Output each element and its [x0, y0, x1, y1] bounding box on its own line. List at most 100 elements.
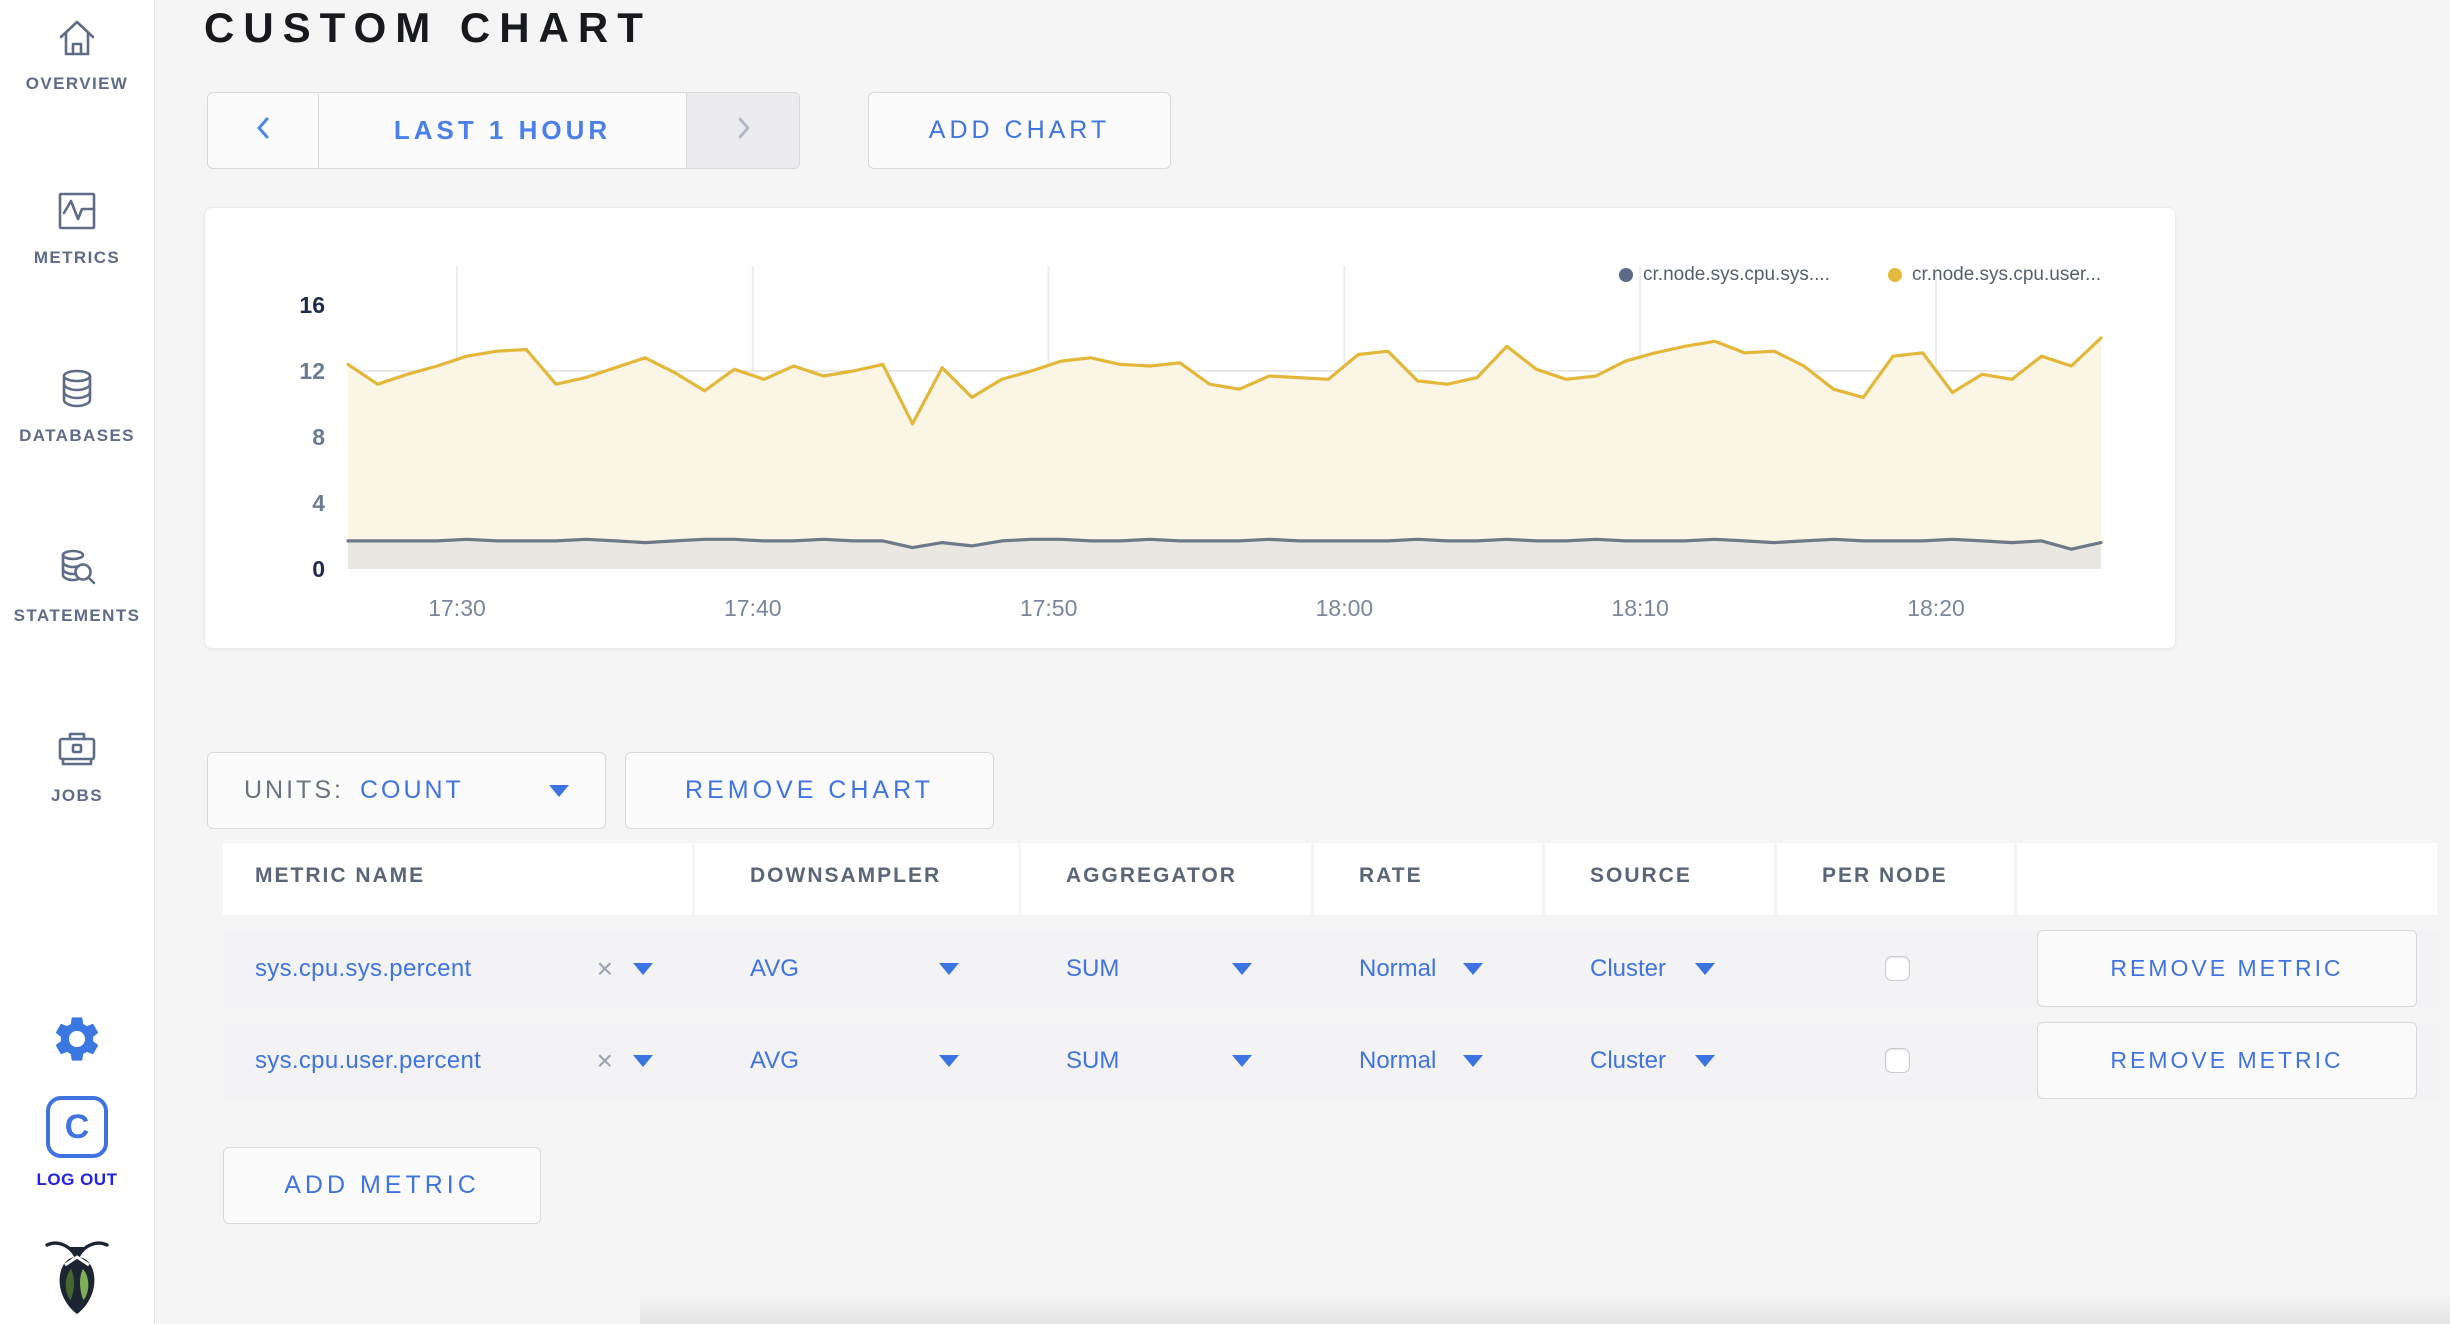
units-value: COUNT [359, 776, 464, 804]
chevron-down-icon [1232, 962, 1252, 975]
svg-text:18:20: 18:20 [1907, 595, 1965, 621]
sidebar-item-label: DATABASES [19, 426, 135, 445]
per-node-checkbox[interactable] [1884, 1048, 1910, 1073]
svg-text:8: 8 [312, 424, 325, 450]
downsampler-value: AVG [750, 954, 799, 982]
source-dropdown[interactable]: Cluster [1545, 1022, 1777, 1099]
source-value: Cluster [1590, 1046, 1667, 1074]
time-range-next-button[interactable] [686, 93, 799, 168]
clear-metric-icon[interactable]: × [597, 954, 613, 983]
column-header-aggregator: AGGREGATOR [1021, 843, 1314, 915]
logout-button[interactable]: C LOG OUT [0, 1096, 154, 1190]
chevron-down-icon [939, 962, 959, 975]
page-bottom-shadow [640, 1294, 2450, 1324]
home-icon [54, 14, 100, 60]
legend-item-sys[interactable]: cr.node.sys.cpu.sys.... [1619, 264, 1830, 286]
sidebar-item-label: OVERVIEW [25, 74, 129, 93]
chevron-left-icon [252, 113, 274, 148]
chevron-down-icon [1695, 962, 1715, 975]
page-title: CUSTOM CHART [204, 4, 652, 51]
sidebar-item-overview[interactable]: OVERVIEW [0, 14, 154, 94]
sidebar-item-statements[interactable]: STATEMENTS [0, 546, 154, 626]
aggregator-dropdown[interactable]: SUM [1021, 930, 1314, 1007]
aggregator-value: SUM [1066, 954, 1120, 982]
column-header-rate: RATE [1314, 843, 1545, 915]
sidebar-item-label: METRICS [33, 248, 121, 267]
chevron-down-icon [939, 1054, 959, 1067]
chevron-down-icon [1463, 962, 1483, 975]
column-header-actions [2017, 843, 2437, 915]
logout-monogram: C [64, 1107, 90, 1146]
chevron-down-icon[interactable] [633, 962, 653, 975]
rate-value: Normal [1359, 954, 1437, 982]
sidebar-item-jobs[interactable]: JOBS [0, 726, 154, 806]
rate-dropdown[interactable]: Normal [1314, 1022, 1545, 1099]
aggregator-value: SUM [1066, 1046, 1120, 1074]
svg-text:12: 12 [299, 358, 325, 384]
clear-metric-icon[interactable]: × [597, 1046, 613, 1075]
statements-icon [54, 546, 100, 592]
logout-label: LOG OUT [36, 1170, 118, 1189]
legend-item-user[interactable]: cr.node.sys.cpu.user... [1887, 264, 2101, 286]
rate-dropdown[interactable]: Normal [1314, 930, 1545, 1007]
svg-text:16: 16 [299, 292, 325, 318]
legend-label-sys: cr.node.sys.cpu.sys.... [1643, 264, 1830, 285]
column-header-source: SOURCE [1545, 843, 1777, 915]
metric-name-input[interactable]: sys.cpu.sys.percent [255, 955, 471, 983]
svg-text:18:00: 18:00 [1316, 595, 1374, 621]
sidebar-item-label: STATEMENTS [13, 606, 141, 625]
column-header-metric-name: METRIC NAME [223, 843, 695, 915]
time-range-value[interactable]: LAST 1 HOUR [319, 93, 686, 168]
cockroach-logo-icon [0, 1235, 154, 1315]
chevron-down-icon [549, 784, 569, 797]
aggregator-dropdown[interactable]: SUM [1021, 1022, 1314, 1099]
sidebar-item-metrics[interactable]: METRICS [0, 188, 154, 268]
column-header-downsampler: DOWNSAMPLER [695, 843, 1021, 915]
source-value: Cluster [1590, 954, 1667, 982]
metrics-table: METRIC NAME DOWNSAMPLER AGGREGATOR RATE … [223, 843, 2440, 1099]
units-label: UNITS: [244, 776, 344, 804]
source-dropdown[interactable]: Cluster [1545, 930, 1777, 1007]
time-range-picker: LAST 1 HOUR [207, 92, 800, 169]
svg-text:4: 4 [312, 490, 325, 516]
chart-card: cr.node.sys.cpu.sys.... cr.node.sys.cpu.… [204, 207, 2176, 649]
metric-row: sys.cpu.user.percent × AVG SUM Normal Cl… [223, 1022, 2440, 1099]
cockroach-c-icon: C [46, 1096, 108, 1158]
chevron-down-icon [1695, 1054, 1715, 1067]
chevron-down-icon [1463, 1054, 1483, 1067]
metric-name-input[interactable]: sys.cpu.user.percent [255, 1047, 481, 1075]
legend-dot-user [1887, 268, 1902, 282]
svg-text:17:30: 17:30 [428, 595, 486, 621]
sidebar: OVERVIEW METRICS DATABASES STATEMENTS JO… [0, 0, 155, 1324]
downsampler-dropdown[interactable]: AVG [695, 930, 1021, 1007]
add-metric-button[interactable]: ADD METRIC [223, 1147, 541, 1224]
chevron-down-icon[interactable] [633, 1054, 653, 1067]
metrics-table-header: METRIC NAME DOWNSAMPLER AGGREGATOR RATE … [223, 843, 2440, 915]
remove-metric-button[interactable]: REMOVE METRIC [2037, 1022, 2417, 1099]
svg-text:17:40: 17:40 [724, 595, 782, 621]
downsampler-value: AVG [750, 1046, 799, 1074]
sidebar-item-label: JOBS [51, 786, 103, 805]
legend-label-user: cr.node.sys.cpu.user... [1911, 264, 2101, 285]
svg-text:17:50: 17:50 [1020, 595, 1078, 621]
legend-dot-sys [1619, 268, 1634, 282]
databases-icon [54, 366, 100, 412]
time-range-prev-button[interactable] [208, 93, 319, 168]
add-chart-button[interactable]: ADD CHART [868, 92, 1171, 169]
units-dropdown[interactable]: UNITS: COUNT [207, 752, 606, 829]
jobs-icon [54, 726, 100, 772]
downsampler-dropdown[interactable]: AVG [695, 1022, 1021, 1099]
remove-chart-button[interactable]: REMOVE CHART [625, 752, 994, 829]
svg-text:0: 0 [312, 556, 325, 582]
chevron-right-icon [732, 113, 754, 148]
metric-row: sys.cpu.sys.percent × AVG SUM Normal Clu… [223, 930, 2440, 1007]
custom-chart-page: OVERVIEW METRICS DATABASES STATEMENTS JO… [0, 0, 2450, 1324]
svg-text:18:10: 18:10 [1611, 595, 1669, 621]
per-node-checkbox[interactable] [1884, 956, 1910, 981]
remove-metric-button[interactable]: REMOVE METRIC [2037, 930, 2417, 1007]
sidebar-item-databases[interactable]: DATABASES [0, 366, 154, 446]
settings-gear-icon[interactable] [0, 1012, 154, 1066]
metrics-icon [54, 188, 100, 234]
rate-value: Normal [1359, 1046, 1437, 1074]
column-header-per-node: PER NODE [1777, 843, 2017, 915]
